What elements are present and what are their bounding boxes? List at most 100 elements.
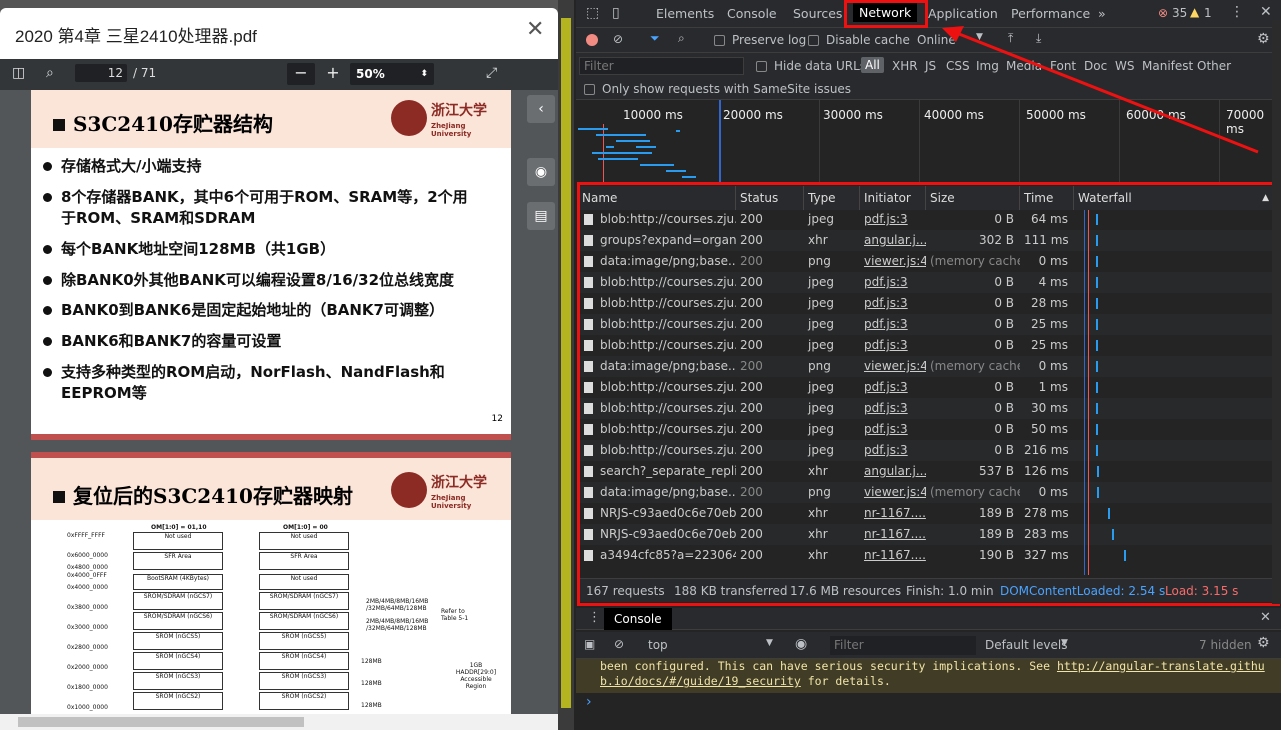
disable-cache-checkbox[interactable] [808,35,819,46]
drawer-menu-icon[interactable]: ⋮ [588,610,601,625]
chevron-down-icon[interactable]: ▼ [1061,638,1068,648]
clear-console-icon[interactable]: ⊘ [614,637,624,651]
column-header-initiator[interactable]: Initiator [860,186,926,210]
warning-link[interactable]: http://angular-translate.githu [1057,659,1265,673]
warning-link[interactable]: b.io/docs/#/guide/19_security [600,674,801,688]
table-row[interactable]: blob:http://courses.zju.... 200 jpeg pdf.js… [578,377,1278,398]
table-row[interactable]: blob:http://courses.zju.... 200 jpeg pdf.js… [578,314,1278,335]
cell-initiator[interactable]: pdf.js:3 [860,377,926,398]
type-filter-js[interactable]: JS [925,59,936,73]
column-header-time[interactable]: Time [1020,186,1074,210]
table-row[interactable]: a3494cfc85?a=223064... 200 xhr nr-1167.... 1… [578,545,1278,566]
column-header-name[interactable]: Name [578,186,736,210]
type-filter-all[interactable]: All [861,57,884,73]
cell-initiator[interactable]: angular.j... [860,230,926,251]
cell-initiator[interactable]: pdf.js:3 [860,335,926,356]
warning-count[interactable]: 1 [1204,6,1212,20]
live-expression-eye-icon[interactable]: ◉ [795,636,807,652]
pdf-pages[interactable]: S3C2410存贮器结构 浙江大学 ZheJiang University 存储… [0,90,558,714]
table-row[interactable]: blob:http://courses.zju.... 200 jpeg pdf.js… [578,272,1278,293]
cell-initiator[interactable]: viewer.js:4 [860,482,926,503]
sort-asc-icon[interactable]: ▲ [1262,186,1269,210]
tab-performance[interactable]: Performance [1011,6,1090,21]
cell-initiator[interactable]: nr-1167.... [860,503,926,524]
preserve-log-checkbox[interactable] [714,35,725,46]
cell-initiator[interactable]: pdf.js:3 [860,272,926,293]
hide-data-urls-checkbox[interactable] [756,61,767,72]
column-header-waterfall[interactable]: Waterfall ▲ [1074,186,1278,210]
cell-initiator[interactable]: pdf.js:3 [860,209,926,230]
column-header-type[interactable]: Type [804,186,860,210]
zoom-in-button[interactable]: + [319,63,347,85]
cell-initiator[interactable]: pdf.js:3 [860,419,926,440]
type-filter-xhr[interactable]: XHR [892,59,918,73]
scrollbar-thumb[interactable] [561,18,571,708]
fullscreen-icon[interactable]: ⤢ [486,65,497,81]
chevron-left-icon[interactable]: ‹ [527,95,555,123]
page-number-input[interactable]: 12 [75,64,127,82]
cell-initiator[interactable]: pdf.js:3 [860,440,926,461]
cell-initiator[interactable]: nr-1167.... [860,524,926,545]
table-row[interactable]: NRJS-c93aed0c6e70eb... 200 xhr nr-1167.... 1… [578,524,1278,545]
context-select[interactable]: top [648,638,668,652]
samesite-checkbox[interactable] [584,84,595,95]
search-icon[interactable]: ⌕ [46,65,54,81]
scrollbar-thumb[interactable] [18,717,304,727]
column-header-status[interactable]: Status [736,186,804,210]
table-row[interactable]: data:image/png;base... 200 png viewer.js:4 (… [578,356,1278,377]
cell-initiator[interactable]: angular.j... [860,461,926,482]
eye-icon[interactable]: ◉ [527,158,555,186]
console-filter-input[interactable]: Filter [830,636,976,655]
tab-elements[interactable]: Elements [656,6,714,21]
tab-sources[interactable]: Sources [793,6,842,21]
close-icon[interactable]: ✕ [526,16,544,42]
sidebar-toggle-icon[interactable]: ◫ [12,65,25,81]
tab-network[interactable]: Network [853,3,918,22]
error-icon[interactable]: ⊗ [1158,6,1168,20]
device-toolbar-icon[interactable]: ▯ [612,5,620,21]
table-row[interactable]: blob:http://courses.zju.... 200 jpeg pdf.js… [578,398,1278,419]
table-row[interactable]: blob:http://courses.zju.... 200 jpeg pdf.js… [578,419,1278,440]
table-row[interactable]: blob:http://courses.zju.... 200 jpeg pdf.js… [578,209,1278,230]
filter-icon[interactable]: ⏷ [650,31,660,46]
cell-initiator[interactable]: viewer.js:4 [860,251,926,272]
cell-initiator[interactable]: pdf.js:3 [860,293,926,314]
sidebar-toggle-icon[interactable]: ▣ [584,637,595,651]
horizontal-scrollbar[interactable] [0,714,558,730]
gear-icon[interactable]: ⚙ [1257,635,1270,651]
warning-icon[interactable]: ▲ [1190,5,1199,19]
cell-initiator[interactable]: pdf.js:3 [860,314,926,335]
chevron-down-icon[interactable]: ▼ [766,638,773,648]
clear-icon[interactable]: ⊘ [613,32,623,46]
table-row[interactable]: blob:http://courses.zju.... 200 jpeg pdf.js… [578,335,1278,356]
cell-initiator[interactable]: nr-1167.... [860,545,926,566]
tab-console[interactable]: Console [727,6,777,21]
zoom-select[interactable]: 50% ⬍ [350,63,434,85]
vertical-scrollbar[interactable] [558,0,574,730]
table-row[interactable]: NRJS-c93aed0c6e70eb... 200 xhr nr-1167.... 1… [578,503,1278,524]
table-row[interactable]: search?_separate_repli... 200 xhr angular.j… [578,461,1278,482]
record-icon[interactable] [586,34,598,46]
table-row[interactable]: blob:http://courses.zju.... 200 jpeg pdf.js… [578,440,1278,461]
inspect-element-icon[interactable]: ⬚ [586,5,599,21]
close-devtools-icon[interactable]: ✕ [1260,4,1272,20]
more-tabs-button[interactable]: » [1098,6,1106,21]
cell-initiator[interactable]: pdf.js:3 [860,398,926,419]
log-levels-select[interactable]: Default levels [985,638,1067,652]
kebab-menu-icon[interactable]: ⋮ [1230,4,1244,20]
devtools-scrollbar[interactable] [1272,20,1281,604]
console-prompt[interactable]: › [586,694,592,710]
cell-initiator[interactable]: viewer.js:4 [860,356,926,377]
error-count[interactable]: 35 [1172,6,1187,20]
search-icon[interactable]: ⌕ [678,31,685,46]
table-row[interactable]: blob:http://courses.zju.... 200 jpeg pdf.js… [578,293,1278,314]
close-drawer-icon[interactable]: ✕ [1260,610,1271,625]
tab-console-drawer[interactable]: Console [604,608,672,630]
notes-icon[interactable]: ▤ [527,202,555,230]
column-header-size[interactable]: Size [926,186,1020,210]
zoom-out-button[interactable]: − [287,63,315,85]
table-row[interactable]: groups?expand=organ... 200 xhr angular.j...… [578,230,1278,251]
table-row[interactable]: data:image/png;base... 200 png viewer.js:4 (… [578,482,1278,503]
filter-input[interactable]: Filter [579,57,744,75]
table-row[interactable]: data:image/png;base... 200 png viewer.js:4 (… [578,251,1278,272]
